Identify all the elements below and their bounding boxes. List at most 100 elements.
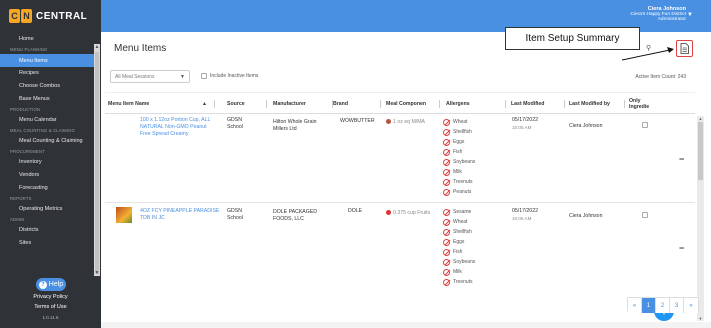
sidebar-item-vendors[interactable]: Vendors bbox=[0, 169, 94, 182]
sidebar-section-admin: ADMIN bbox=[10, 216, 25, 222]
sidebar-item-menu-items[interactable]: Menu Items bbox=[0, 54, 94, 67]
allergen-label: Shellfish bbox=[453, 128, 472, 135]
sidebar-item-recipes[interactable]: Recipes bbox=[0, 67, 94, 80]
sidebar-item-choose-combos[interactable]: Choose Combos bbox=[0, 80, 94, 93]
no-allergen-icon bbox=[443, 258, 450, 266]
include-inactive-toggle[interactable]: Include Inactive Items bbox=[201, 73, 258, 79]
allergen-label: Sesame bbox=[453, 208, 472, 215]
sidebar-section-production: PRODUCTION bbox=[10, 106, 41, 112]
app-logo[interactable]: C N CENTRAL bbox=[0, 0, 101, 32]
chevron-down-icon: ▼ bbox=[180, 73, 185, 80]
sidebar-item-home[interactable]: Home bbox=[0, 33, 94, 46]
no-allergen-icon bbox=[443, 218, 450, 226]
user-menu[interactable]: Ciera Johnson Ciera's Happy Fun District… bbox=[630, 6, 686, 22]
allergen-label: Soybeans bbox=[453, 258, 476, 265]
include-inactive-checkbox[interactable] bbox=[201, 73, 207, 79]
only-ingredient-checkbox[interactable] bbox=[642, 122, 648, 128]
sidebar-section-menu-planning: MENU PLANNING bbox=[10, 47, 48, 53]
help-button[interactable]: ? Help bbox=[36, 278, 66, 291]
allergen-label: Peanuts bbox=[453, 188, 472, 195]
allergen-label: Eggs bbox=[453, 238, 465, 245]
allergen-label: Treenuts bbox=[453, 278, 473, 285]
no-allergen-icon bbox=[443, 248, 450, 256]
row-action-minus-icon[interactable]: − bbox=[679, 154, 684, 164]
meal-session-value: All Meal Sessions bbox=[115, 73, 155, 80]
column-header-allergens[interactable]: Allergens bbox=[446, 93, 506, 115]
sidebar-scroll-thumb[interactable] bbox=[95, 52, 99, 274]
last-modified-date: 05/17/2022 bbox=[512, 208, 538, 214]
column-header-meal-component[interactable]: Meal Componen bbox=[386, 93, 440, 115]
allergen-item: Fish bbox=[443, 247, 475, 257]
allergen-item: Treenuts bbox=[443, 177, 475, 187]
row-action-minus-icon[interactable]: − bbox=[679, 243, 684, 253]
no-allergen-icon bbox=[443, 178, 450, 186]
scroll-down-arrow-icon[interactable]: ▼ bbox=[94, 270, 100, 276]
logo-mark: C N bbox=[9, 9, 33, 23]
include-inactive-label: Include Inactive Items bbox=[210, 73, 259, 79]
privacy-policy-link[interactable]: Privacy Policy bbox=[0, 294, 101, 300]
menu-item-name-link[interactable]: 4OZ FCY PINEAPPLE PARADISE TDB IN JC bbox=[140, 208, 220, 222]
sidebar-item-base-menus[interactable]: Base Menus bbox=[0, 92, 94, 105]
table-scrollbar[interactable]: ▲ ▼ bbox=[697, 116, 704, 321]
column-header-brand[interactable]: Brand bbox=[333, 93, 381, 115]
allergen-item: Soybeans bbox=[443, 257, 475, 267]
allergen-item: Treenuts bbox=[443, 277, 475, 287]
sidebar-item-inventory[interactable]: Inventory bbox=[0, 156, 94, 169]
search-icon[interactable]: ⚲ bbox=[646, 44, 651, 52]
column-header-only-ingredient[interactable]: Only Ingredie bbox=[629, 93, 659, 115]
item-brand: WOWBUTTER bbox=[340, 118, 375, 124]
only-ingredient-checkbox[interactable] bbox=[642, 212, 648, 218]
allergen-item: Eggs bbox=[443, 237, 475, 247]
question-icon: ? bbox=[38, 280, 47, 289]
allergen-item: Soybeans bbox=[443, 157, 475, 167]
last-modified-time: 10:05 AM bbox=[512, 216, 532, 221]
sidebar-section-procurement: PROCUREMENT bbox=[10, 149, 46, 155]
terms-of-use-link[interactable]: Terms of Use bbox=[0, 304, 101, 310]
allergen-label: Milk bbox=[453, 268, 462, 275]
scroll-up-arrow-icon[interactable]: ▲ bbox=[94, 44, 100, 50]
modified-by: Ciera Johnson bbox=[569, 123, 603, 129]
scroll-up-arrow-icon[interactable]: ▲ bbox=[697, 116, 704, 121]
page-button[interactable]: 1 bbox=[642, 298, 656, 313]
page-button[interactable]: 3 bbox=[670, 298, 684, 313]
allergen-label: Fish bbox=[453, 248, 463, 255]
column-header-source[interactable]: Source bbox=[227, 93, 267, 115]
allergen-label: Shellfish bbox=[453, 228, 472, 235]
page-button[interactable]: 2 bbox=[656, 298, 670, 313]
table-scroll-thumb[interactable] bbox=[698, 122, 703, 180]
column-header-last-modified-by[interactable]: Last Modified by bbox=[569, 93, 625, 115]
no-allergen-icon bbox=[443, 168, 450, 176]
sidebar-item-meal-counting-claiming[interactable]: Meal Counting & Claiming bbox=[0, 135, 94, 148]
page-button[interactable]: » bbox=[684, 298, 698, 313]
allergen-label: Treenuts bbox=[453, 178, 473, 185]
row-divider bbox=[105, 202, 695, 203]
sidebar-scrollbar[interactable]: ▲ ▼ bbox=[94, 44, 100, 276]
column-header-name[interactable]: Menu Item Name ▲ bbox=[108, 93, 215, 115]
pagination: «1 2 3» bbox=[627, 297, 699, 313]
meat-icon bbox=[386, 119, 391, 125]
sidebar-nav: Home MENU PLANNING Menu Items Recipes Choose… bbox=[0, 33, 94, 249]
item-brand: DOLE bbox=[348, 208, 363, 214]
sidebar-item-districts[interactable]: Districts bbox=[0, 224, 94, 237]
sidebar-item-forecasting[interactable]: Forecasting bbox=[0, 181, 94, 194]
page-button[interactable]: « bbox=[628, 298, 642, 313]
allergen-item: Peanuts bbox=[443, 187, 475, 197]
last-modified-time: 10:05 AM bbox=[512, 125, 532, 130]
sidebar-item-operating-metrics[interactable]: Operating Metrics bbox=[0, 202, 94, 215]
menu-item-name-link[interactable]: 100 x 1.12oz Portion Cup, ALL NATURAL No… bbox=[140, 117, 218, 138]
allergen-item: Milk bbox=[443, 267, 475, 277]
no-allergen-icon bbox=[443, 188, 450, 196]
sidebar-item-menu-calendar[interactable]: Menu Calendar bbox=[0, 113, 94, 126]
scroll-down-arrow-icon[interactable]: ▼ bbox=[697, 316, 704, 321]
sort-asc-icon[interactable]: ▲ bbox=[202, 101, 207, 107]
sidebar-item-sites[interactable]: Sites bbox=[0, 236, 94, 249]
help-label: Help bbox=[48, 281, 64, 288]
chevron-down-icon[interactable]: ▼ bbox=[687, 12, 693, 18]
meal-session-select[interactable]: All Meal Sessions ▼ bbox=[110, 70, 190, 83]
no-allergen-icon bbox=[443, 148, 450, 156]
allergen-item: Shellfish bbox=[443, 227, 475, 237]
column-header-last-modified[interactable]: Last Modified bbox=[511, 93, 565, 115]
column-header-manufacturer[interactable]: Manufacturer bbox=[273, 93, 333, 115]
item-setup-summary-button[interactable] bbox=[676, 40, 693, 57]
modified-by: Ciera Johnson bbox=[569, 213, 603, 219]
